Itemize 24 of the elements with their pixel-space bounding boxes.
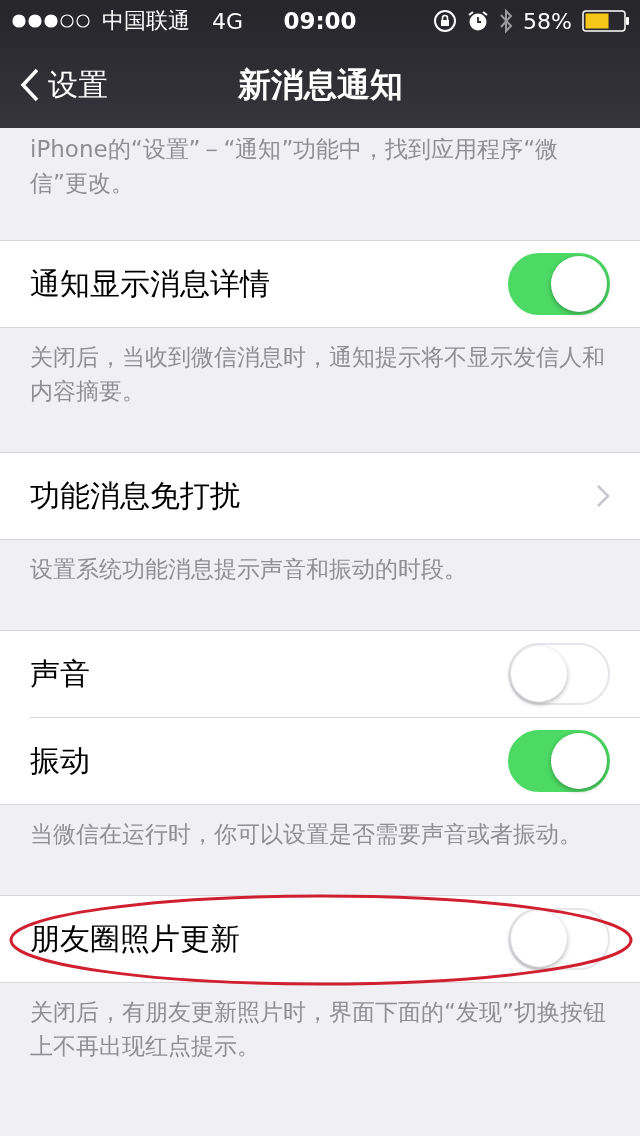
section-footer-text: iPhone的“设置”－“通知”功能中，找到应用程序“微信”更改。 — [29, 135, 560, 198]
toggle-switch[interactable] — [508, 253, 610, 315]
toggle-switch[interactable] — [508, 730, 610, 792]
carrier-name: 中国联通 — [102, 7, 190, 35]
alarm-icon — [467, 10, 490, 32]
section-footer-text: 关闭后，当收到微信消息时，通知提示将不显示发信人和内容摘要。 — [29, 343, 606, 406]
chevron-right-icon — [596, 484, 610, 508]
setting-label: 振动 — [30, 741, 90, 780]
setting-label: 通知显示消息详情 — [30, 264, 270, 303]
setting-label: 功能消息免打扰 — [30, 476, 240, 515]
setting-label: 声音 — [30, 654, 90, 693]
section-footer-text: 设置系统功能消息提示声音和振动的时段。 — [29, 555, 468, 584]
setting-label: 朋友圈照片更新 — [30, 919, 240, 958]
bluetooth-icon — [499, 8, 514, 34]
battery-icon — [582, 10, 630, 32]
network-type: 4G — [212, 8, 244, 34]
status-time: 09:00 — [283, 8, 357, 34]
rotation-lock-icon — [433, 9, 458, 33]
section-footer-text: 关闭后，有朋友更新照片时，界面下面的“发现”切换按钮上不再出现红点提示。 — [29, 998, 607, 1061]
back-chevron-icon — [20, 68, 40, 102]
page-title: 新消息通知 — [237, 63, 403, 106]
battery-percent: 58% — [523, 8, 572, 34]
back-button[interactable]: 设置 — [0, 64, 108, 106]
section-footer-text: 当微信在运行时，你可以设置是否需要声音或者振动。 — [29, 820, 583, 849]
